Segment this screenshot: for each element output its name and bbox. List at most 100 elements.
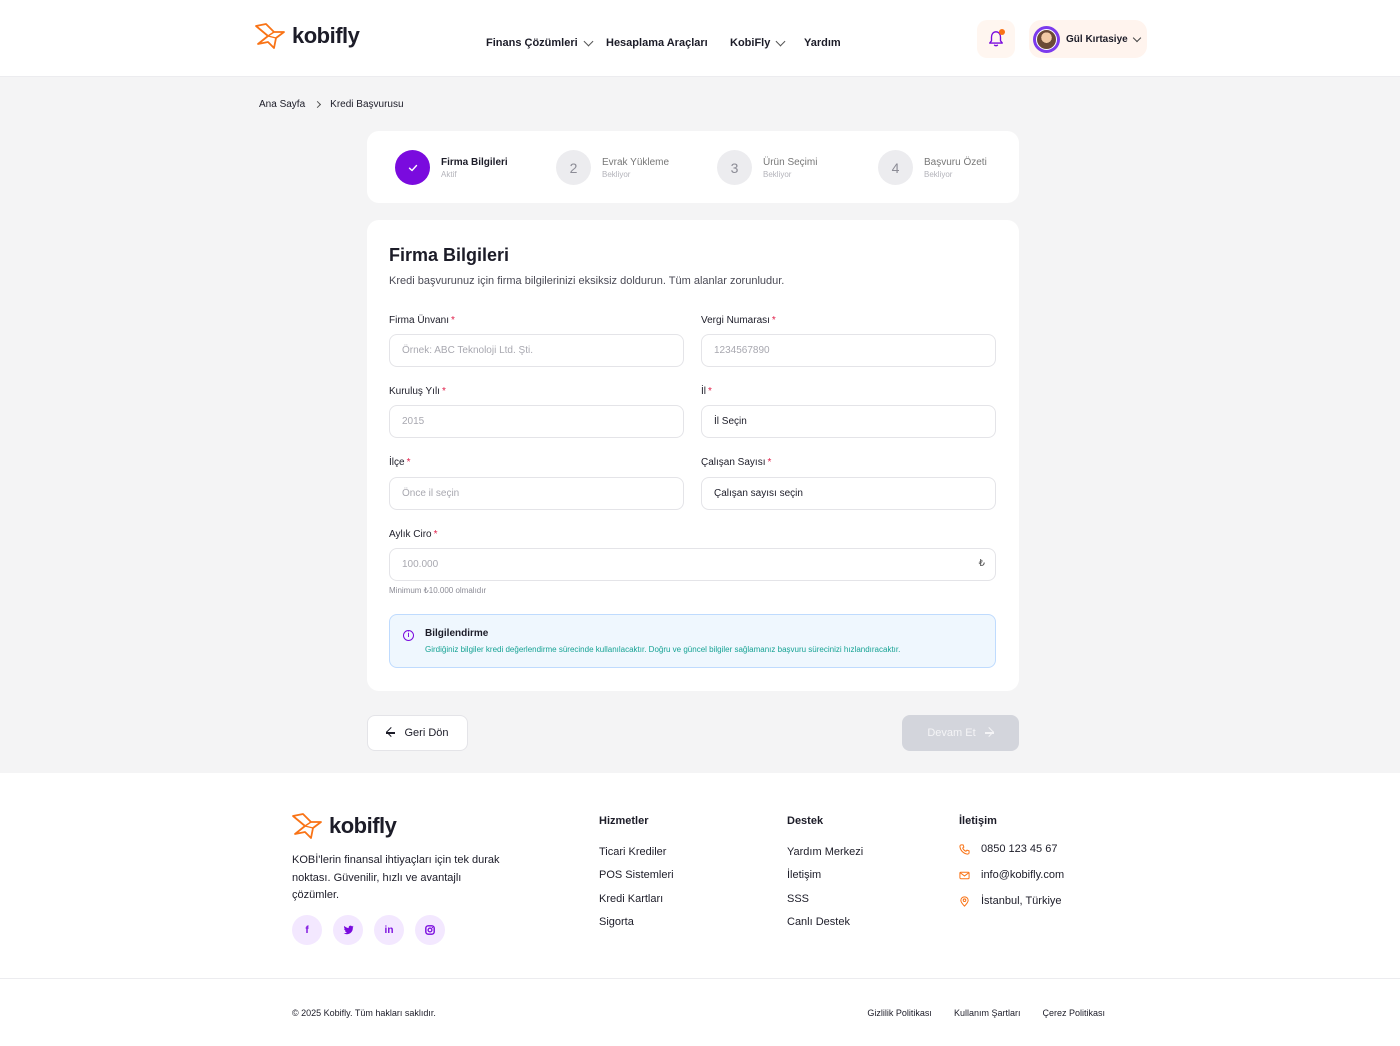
step-title: Başvuru Özeti [924, 156, 987, 168]
twitter-icon[interactable] [333, 915, 363, 945]
brand-logo[interactable]: kobifly [254, 22, 360, 50]
chevron-down-icon [775, 36, 786, 46]
footer-services: Hizmetler Ticari Krediler POS Sistemleri… [599, 815, 674, 934]
copyright: © 2025 Kobifly. Tüm hakları saklıdır. [292, 1008, 436, 1018]
main-nav: Finans Çözümleri Hesaplama Araçları Kobi… [486, 36, 841, 49]
footer-link[interactable]: Yardım Merkezi [787, 841, 863, 864]
nav-yardim[interactable]: Yardım [804, 37, 841, 49]
contact-heading: İletişim [959, 815, 997, 827]
breadcrumb: Ana Sayfa Kredi Başvurusu [259, 99, 404, 110]
step-title: Evrak Yükleme [602, 156, 670, 168]
privacy-policy-link[interactable]: Gizlilik Politikası [867, 1008, 932, 1018]
brand-name: kobifly [329, 813, 397, 838]
info-title: Bilgilendirme [425, 628, 489, 639]
chevron-down-icon [1132, 33, 1141, 42]
footer-description: KOBİ'lerin finansal ihtiyaçları için tek… [292, 854, 500, 901]
tax-number-input[interactable]: 1234567890 [701, 334, 996, 367]
nav-hesaplama-araclari[interactable]: Hesaplama Araçları [606, 37, 730, 49]
chevron-down-icon [583, 36, 594, 46]
form-title: Firma Bilgileri [389, 245, 510, 265]
district-label: İlçe * [389, 457, 411, 468]
step-status: Bekliyor [924, 169, 953, 179]
chevron-right-icon [314, 100, 322, 109]
avatar [1033, 25, 1060, 53]
instagram-icon[interactable] [415, 915, 445, 945]
step-status: Bekliyor [602, 169, 631, 179]
info-text: Girdiğiniz bilgiler kredi değerlendirme … [425, 645, 901, 654]
footer-link[interactable]: POS Sistemleri [599, 864, 674, 887]
phone-icon [959, 843, 970, 855]
continue-button[interactable]: Devam Et [902, 715, 1019, 751]
nav-finans-cozumleri[interactable]: Finans Çözümleri [486, 36, 606, 49]
tax-number-label: Vergi Numarası * [701, 315, 776, 326]
monthly-revenue-input[interactable]: 100.000 [389, 548, 996, 581]
footer-link[interactable]: SSS [787, 888, 863, 911]
step-number: 2 [556, 150, 591, 185]
footer-link[interactable]: Sigorta [599, 911, 674, 934]
step-number: 4 [878, 150, 913, 185]
breadcrumb-home[interactable]: Ana Sayfa [259, 99, 305, 110]
linkedin-icon[interactable]: in [374, 915, 404, 945]
footer-support: Destek Yardım Merkezi İletişim SSS Canlı… [787, 815, 863, 934]
footer-link[interactable]: Ticari Krediler [599, 841, 674, 864]
breadcrumb-current: Kredi Başvurusu [330, 99, 404, 110]
employee-count-label: Çalışan Sayısı * [701, 457, 772, 468]
social-links: f in [292, 915, 445, 945]
check-icon [395, 150, 430, 185]
company-name-label: Firma Ünvanı * [389, 315, 455, 326]
footer-logo[interactable]: kobifly [291, 812, 397, 840]
step-title: Ürün Seçimi [763, 156, 818, 168]
info-icon: i [403, 630, 414, 641]
support-heading: Destek [787, 815, 824, 827]
mail-icon [959, 871, 970, 879]
facebook-icon[interactable]: f [292, 915, 322, 945]
arrow-left-icon [386, 732, 396, 734]
arrow-right-icon [984, 732, 994, 734]
user-menu[interactable]: Gül Kırtasiye [1029, 20, 1147, 58]
services-heading: Hizmetler [599, 815, 649, 827]
legal-links: Gizlilik Politikası Kullanım Şartları Çe… [867, 1008, 1105, 1018]
step-urun-secimi[interactable]: 3 Ürün Seçimi Bekliyor [717, 150, 817, 185]
cookie-policy-link[interactable]: Çerez Politikası [1042, 1008, 1105, 1018]
footer-contact: İletişim 0850 123 45 67 info@kobifly.com… [959, 815, 1064, 914]
footer: kobifly KOBİ'lerin finansal ihtiyaçları … [0, 773, 1400, 1046]
nav-kobifly[interactable]: KobiFly [730, 36, 804, 49]
step-firma-bilgileri[interactable]: Firma Bilgileri Aktif [395, 150, 508, 185]
step-evrak-yukleme[interactable]: 2 Evrak Yükleme Bekliyor [556, 150, 669, 185]
founding-year-input[interactable]: 2015 [389, 405, 684, 438]
company-name-input[interactable]: Örnek: ABC Teknoloji Ltd. Şti. [389, 334, 684, 367]
top-header: kobifly Finans Çözümleri Hesaplama Araçl… [0, 0, 1400, 77]
monthly-revenue-field: 100.000 ₺ [389, 548, 996, 581]
city-select[interactable]: İl Seçin [701, 405, 996, 438]
footer-divider [0, 978, 1400, 979]
step-basvuru-ozeti[interactable]: 4 Başvuru Özeti Bekliyor [878, 150, 987, 185]
step-status: Aktif [441, 169, 457, 179]
step-title: Firma Bilgileri [441, 156, 508, 168]
monthly-revenue-hint: Minimum ₺10.000 olmalıdır [389, 586, 487, 595]
user-name: Gül Kırtasiye [1066, 33, 1128, 45]
footer-link[interactable]: İletişim [787, 864, 863, 887]
monthly-revenue-label: Aylık Ciro * [389, 529, 438, 540]
company-info-form: Firma Bilgileri Kredi başvurunuz için fi… [367, 220, 1019, 691]
info-notice: i Bilgilendirme Girdiğiniz bilgiler kred… [389, 614, 996, 668]
footer-link[interactable]: Canlı Destek [787, 911, 863, 934]
city-label: İl * [701, 386, 712, 397]
notification-dot [999, 29, 1005, 35]
step-number: 3 [717, 150, 752, 185]
bird-logo-icon [292, 813, 322, 839]
contact-phone[interactable]: 0850 123 45 67 [959, 836, 1064, 862]
back-button[interactable]: Geri Dön [367, 715, 468, 751]
step-status: Bekliyor [763, 169, 792, 179]
district-select[interactable]: Önce il seçin [389, 477, 684, 510]
bird-logo-icon [255, 23, 285, 49]
notification-button[interactable] [977, 20, 1015, 58]
lira-icon: ₺ [978, 558, 985, 569]
employee-count-select[interactable]: Çalışan sayısı seçin [701, 477, 996, 510]
contact-email[interactable]: info@kobifly.com [959, 862, 1064, 888]
founding-year-label: Kuruluş Yılı * [389, 386, 446, 397]
map-pin-icon [960, 895, 969, 907]
contact-location: İstanbul, Türkiye [959, 888, 1064, 914]
terms-of-use-link[interactable]: Kullanım Şartları [954, 1008, 1021, 1018]
application-stepper: Firma Bilgileri Aktif 2 Evrak Yükleme Be… [367, 131, 1019, 203]
footer-link[interactable]: Kredi Kartları [599, 888, 674, 911]
